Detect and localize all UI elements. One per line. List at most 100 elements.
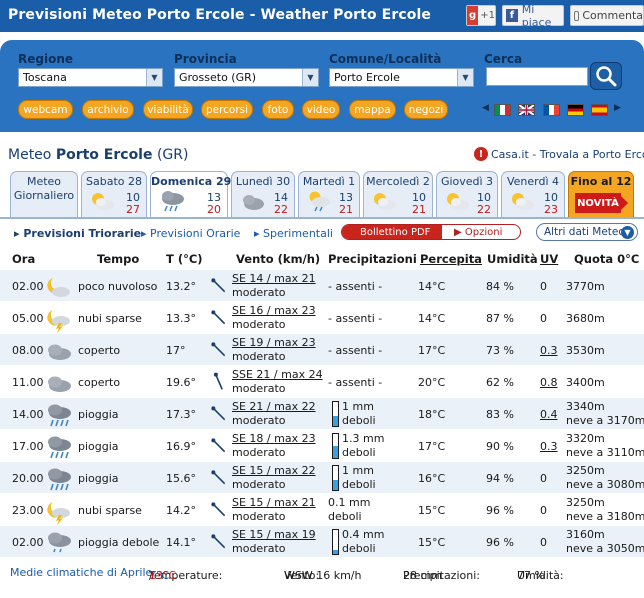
row-snow-level: neve a 3170m (566, 414, 644, 427)
sperimentali-label: Sperimentali (263, 227, 333, 240)
novita-badge: NOVITÀ (575, 193, 628, 213)
temp-max: 13°C (149, 569, 177, 582)
wind-max: max 21 (274, 272, 316, 285)
region-select[interactable]: Toscana ▼ (18, 68, 163, 87)
tab-meteo-giornaliero[interactable]: Meteo Giornaliero (10, 171, 78, 217)
row-precip-desc: deboli (342, 478, 376, 491)
sun-cloud-icon (374, 193, 396, 210)
tab-day[interactable]: Sabato 28 10 27 (81, 171, 147, 217)
italian-flag-icon[interactable] (494, 104, 511, 116)
link-previsioni-orarie[interactable]: ▸ Previsioni Orarie (141, 227, 240, 240)
table-row: 05.00 nubi sparse 13.3° SE 16 / max 23 moder… (0, 301, 644, 333)
table-row: 23.00 nubi sparse 14.2° SE 15 / max 21 moder… (0, 493, 644, 525)
col-tempo: Tempo (97, 252, 140, 266)
uk-flag-icon[interactable] (518, 104, 535, 116)
bollettino-control: Bollettino PDF ▶ Opzioni (341, 224, 521, 240)
row-perceived: 16°C (418, 472, 446, 485)
region-label: Regione (18, 52, 74, 66)
comment-button[interactable]: Commenta (570, 5, 644, 26)
search-panel: Regione Toscana ▼ Provincia Grosseto (GR)… (0, 40, 644, 132)
search-icon (596, 66, 617, 87)
wind-max: max 22 (274, 400, 316, 413)
tab-day[interactable]: Lunedì 30 14 22 (231, 171, 295, 217)
tab-day[interactable]: Giovedì 3 10 22 (436, 171, 498, 217)
nav-pill-viabilita[interactable]: viabilità (143, 100, 193, 119)
row-condition: coperto (78, 344, 121, 357)
opzioni-button[interactable]: ▶ Opzioni (442, 225, 502, 239)
comune-select[interactable]: Porto Ercole ▼ (329, 68, 474, 87)
row-precip: 1 mm (342, 464, 374, 477)
row-time: 20.00 (12, 472, 44, 485)
row-perceived: 17°C (418, 344, 446, 357)
tab-day-selected[interactable]: Domenica 29 13 20 (150, 171, 231, 217)
row-wind-desc: moderato (232, 542, 286, 555)
row-precip: - assenti - (328, 312, 383, 325)
facebook-icon: f (506, 9, 518, 22)
wind-speed: SE 21 (232, 400, 264, 413)
cloud-rain-icon (48, 468, 71, 491)
precip-bar (332, 529, 339, 555)
title-bar: Previsioni Meteo Porto Ercole - Weather … (0, 0, 644, 32)
gplus-button[interactable]: g +1 (466, 5, 496, 26)
cloud-drizzle-icon (48, 532, 71, 553)
row-perceived: 15°C (418, 536, 446, 549)
row-freezing-level: 3680m (566, 312, 605, 325)
page-title: Previsioni Meteo Porto Ercole - Weather … (8, 7, 431, 23)
col-ora: Ora (12, 252, 36, 266)
row-freezing-level: 3530m (566, 344, 605, 357)
nav-pill-video[interactable]: video (302, 100, 340, 119)
row-precip: - assenti - (328, 280, 383, 293)
moon-storm-icon (47, 310, 70, 333)
german-flag-icon[interactable] (567, 104, 584, 116)
casa-link[interactable]: ! Casa.it - Trovala a Porto Ercole (474, 147, 644, 161)
tab-day[interactable]: Mercoledì 2 10 21 (363, 171, 433, 217)
row-wind: SE 18 / max 23 (232, 432, 316, 445)
table-row: 14.00 pioggia 17.3° SE 21 / max 22 moderato 1… (0, 397, 644, 429)
col-uv[interactable]: UV (540, 252, 558, 266)
row-wind: SE 14 / max 21 (232, 272, 316, 285)
wind-arrow-icon (211, 342, 226, 357)
col-percepita[interactable]: Percepita (420, 252, 482, 266)
tab-day[interactable]: Martedì 1 13 21 (298, 171, 360, 217)
spanish-flag-icon[interactable] (591, 104, 608, 116)
link-sperimentali[interactable]: ▸ Sperimentali (254, 227, 333, 240)
bollettino-pdf-button[interactable]: Bollettino PDF (342, 225, 442, 239)
vento-value: WSW 16 km/h (284, 569, 362, 582)
tab-fino-al-12[interactable]: Fino al 12 NOVITÀ (568, 171, 634, 217)
row-wind-desc: moderato (232, 318, 286, 331)
table-row: 02.00 pioggia debole 14.1° SE 15 / max 19 mo… (0, 525, 644, 557)
nav-pill-archivio[interactable]: archivio (82, 100, 134, 119)
row-wind: SE 15 / max 19 (232, 528, 316, 541)
row-condition: nubi sparse (78, 504, 142, 517)
link-previsioni-triorarie[interactable]: ▸ Previsioni Triorarie (14, 227, 141, 240)
col-umidita: Umidità (487, 252, 538, 266)
nav-pill-negozi[interactable]: negozi (404, 100, 448, 119)
comune-label: Comune/Località (329, 52, 442, 66)
medie-climatiche-link[interactable]: Medie climatiche di Aprile (10, 566, 152, 579)
flag-next-icon[interactable]: ▶ (614, 103, 621, 113)
tab-day[interactable]: Venerdì 4 10 23 (501, 171, 565, 217)
nav-pill-foto[interactable]: foto (262, 100, 294, 119)
wind-max: max 21 (274, 496, 316, 509)
row-freezing-level: 3340m (566, 400, 605, 413)
flag-prev-icon[interactable]: ◀ (482, 103, 489, 113)
province-select[interactable]: Grosseto (GR) ▼ (174, 68, 319, 87)
altri-dati-meteo-button[interactable]: Altri dati Meteo ▼ (536, 223, 638, 241)
facebook-like-button[interactable]: f Mi piace (502, 3, 564, 29)
cloud-rain-icon (162, 191, 184, 212)
row-perceived: 20°C (418, 376, 446, 389)
search-button[interactable] (590, 62, 622, 90)
search-input[interactable] (486, 67, 588, 86)
nav-pill-webcam[interactable]: webcam (18, 100, 73, 119)
row-uv: 0 (540, 280, 547, 293)
col-temp: T (°C) (166, 252, 203, 266)
nav-pill-mappa[interactable]: mappa (349, 100, 396, 119)
cloud-icon (48, 344, 71, 360)
nav-pill-percorsi[interactable]: percorsi (201, 100, 253, 119)
french-flag-icon[interactable] (543, 104, 560, 116)
row-temperature: 14.2° (166, 504, 196, 517)
row-wind: SE 15 / max 21 (232, 496, 316, 509)
row-uv: 0 (540, 504, 547, 517)
wind-max: max 19 (274, 528, 316, 541)
wind-arrow-icon (211, 406, 226, 421)
